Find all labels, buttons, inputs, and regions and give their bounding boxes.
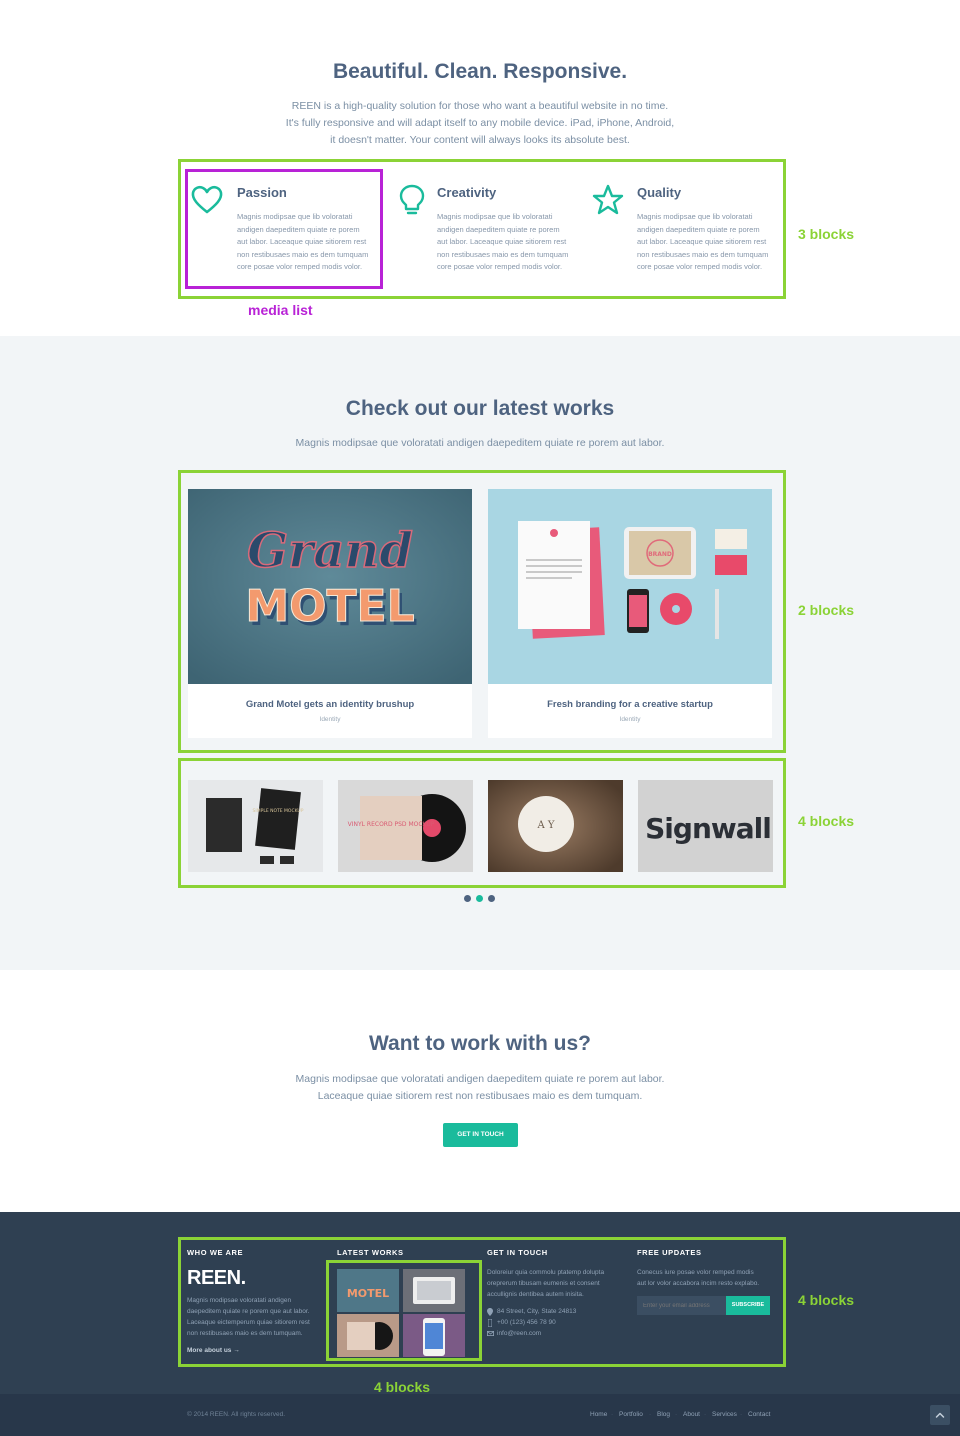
footer-nav-portfolio[interactable]: Portfolio [619,1411,643,1418]
annotation-label-three-blocks: 3 blocks [798,226,855,242]
annotation-box-four-blocks [178,758,786,888]
cta-title: Want to work with us? [368,1032,592,1055]
footer-nav-about[interactable]: About [683,1411,700,1418]
annotation-label-media-list: media list [248,302,313,318]
footer-nav-contact[interactable]: Contact [748,1411,770,1418]
chevron-up-icon [935,1412,945,1418]
annotation-label-four-blocks: 4 blocks [798,813,855,829]
cta-line-1: Magnis modipsae que voloratati andigen d… [295,1073,665,1085]
footer-nav-separator: · [611,1411,614,1418]
annotation-label-footer-four-blocks: 4 blocks [798,1292,855,1308]
annotation-box-latest-works [326,1260,482,1361]
works-subtitle: Magnis modipsae que voloratati andigen d… [295,437,665,449]
pager-dot[interactable] [464,895,471,902]
bottom-bar [0,1394,960,1436]
footer-nav-separator: · [675,1411,678,1418]
intro-line-1: REEN is a high-quality solution for thos… [291,100,669,112]
intro-line-2: It's fully responsive and will adapt its… [285,117,675,129]
footer-nav-blog[interactable]: Blog [657,1411,670,1418]
annotation-box-media-list [185,169,383,289]
pager-dot[interactable] [488,895,495,902]
annotation-label-latest-works: 4 blocks [374,1379,431,1395]
get-in-touch-button[interactable]: GET IN TOUCH [443,1123,518,1147]
annotation-label-two-blocks: 2 blocks [798,602,855,618]
footer-nav-separator: · [740,1411,743,1418]
pager-dot-active[interactable] [476,895,483,902]
footer-nav-home[interactable]: Home [590,1411,607,1418]
back-to-top-button[interactable] [930,1405,950,1425]
works-title: Check out our latest works [345,397,615,420]
intro-title: Beautiful. Clean. Responsive. [332,60,628,83]
footer-nav-separator: · [649,1411,652,1418]
annotation-box-footer-four-blocks [178,1237,786,1367]
footer-nav-services[interactable]: Services [712,1411,737,1418]
cta-line-2: Laceaque quiae sitiorem rest non restibu… [317,1090,643,1102]
copyright: © 2014 REEN. All rights reserved. [187,1411,285,1418]
footer-nav-separator: · [704,1411,707,1418]
annotation-box-two-blocks [178,470,786,753]
intro-line-3: it doesn't matter. Your content will alw… [330,134,630,146]
